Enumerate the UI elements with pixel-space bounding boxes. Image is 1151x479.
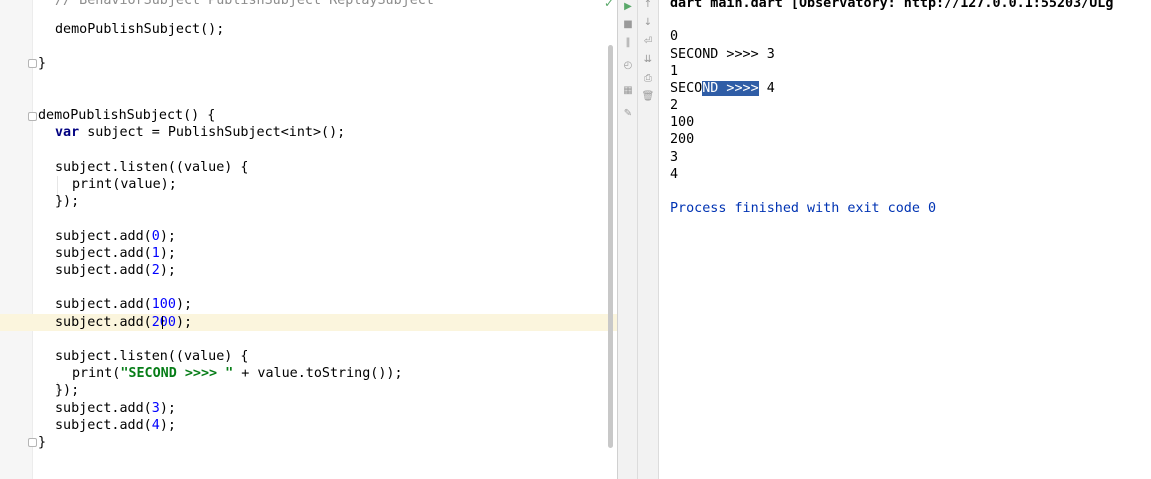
print-call: print( (72, 366, 121, 381)
text-caret (162, 316, 163, 329)
output-line: SECOND >>>> 3 (670, 47, 775, 62)
output-text: 4 (758, 81, 775, 96)
code-line-add: subject.add(1); (55, 245, 176, 262)
add-suffix: ); (175, 315, 193, 330)
add-value: 200 (151, 315, 176, 330)
output-line: 100 (670, 115, 695, 130)
output-line: 1 (670, 64, 679, 79)
add-suffix: ); (159, 401, 176, 416)
code-line-add-current: subject.add(200); (55, 314, 192, 331)
stop-icon[interactable]: ■ (618, 18, 638, 32)
trash-icon[interactable]: 🗑 (638, 90, 658, 104)
code-line-listen-close: }); (55, 194, 80, 209)
process-exit-message: Process finished with exit code 0 (670, 201, 937, 216)
scroll-end-icon[interactable]: ⇊ (638, 53, 658, 67)
text-selection: ND >>>> (702, 81, 759, 96)
output-text: SECO (670, 81, 703, 96)
code-line-print-second: print("SECOND >>>> " + value.toString())… (72, 365, 403, 382)
run-left-toolbar: ▶ ■ ‖ ◴ ▦ ✎ (618, 0, 638, 479)
code-line-add: subject.add(4); (55, 417, 176, 434)
soft-wrap-icon[interactable]: ⏎ (638, 35, 658, 49)
fold-marker-icon[interactable] (28, 112, 37, 121)
console-output[interactable]: dart main.dart [Observatory: http://127.… (670, 0, 1150, 479)
output-line: 4 (670, 167, 679, 182)
layout-icon[interactable]: ▦ (618, 84, 638, 98)
add-value: 1 (151, 246, 160, 261)
code-comment: // BehaviorSubject PublishSubject Replay… (55, 0, 434, 8)
add-suffix: ); (159, 229, 176, 244)
console-toolbar: ↑ ↓ ⏎ ⇊ ⎙ 🗑 (638, 0, 659, 479)
code-line-print: print(value); (72, 177, 177, 192)
add-call: subject.add( (55, 246, 152, 261)
editor-scrollbar[interactable] (608, 45, 613, 448)
add-call: subject.add( (55, 297, 152, 312)
output-line: 2 (670, 98, 679, 113)
add-value: 3 (151, 401, 160, 416)
output-line-selected: SECOND >>>> 4 (670, 80, 775, 97)
code-line-func-decl: demoPublishSubject() { (38, 108, 216, 123)
run-icon[interactable]: ▶ (618, 0, 638, 14)
code-line-listen-close: }); (55, 383, 80, 398)
check-icon: ✓ (604, 0, 615, 10)
add-value: 0 (151, 229, 160, 244)
add-call: subject.add( (55, 418, 152, 433)
code-line-listen: subject.listen((value) { (55, 160, 249, 175)
string-literal: "SECOND >>>> " (120, 366, 234, 381)
add-suffix: ); (159, 246, 176, 261)
var-decl-rest: subject = PublishSubject<int>(); (79, 125, 346, 140)
code-line-brace: } (38, 56, 47, 71)
code-line-main-call: demoPublishSubject(); (55, 22, 225, 37)
code-line-var-decl: var subject = PublishSubject<int>(); (55, 124, 345, 141)
code-line-add: subject.add(100); (55, 296, 192, 313)
keyword-var: var (55, 125, 80, 140)
code-line-listen-second: subject.listen((value) { (55, 349, 249, 364)
code-line-brace: } (38, 435, 47, 450)
code-editor[interactable]: // BehaviorSubject PublishSubject Replay… (0, 0, 617, 479)
run-command-line: dart main.dart [Observatory: http://127.… (670, 0, 1114, 11)
pause-icon[interactable]: ‖ (618, 36, 638, 50)
add-value: 2 (151, 263, 160, 278)
print-rest: + value.toString()); (233, 366, 403, 381)
down-icon[interactable]: ↓ (638, 16, 658, 30)
editor-gutter (0, 0, 33, 479)
add-suffix: ); (175, 297, 193, 312)
add-suffix: ); (159, 263, 176, 278)
print-icon[interactable]: ⎙ (638, 72, 658, 86)
dump-threads-icon[interactable]: ◴ (618, 59, 638, 73)
run-tool-window: ▶ ■ ‖ ◴ ▦ ✎ ↑ ↓ ⏎ ⇊ ⎙ 🗑 dart main.dart [… (617, 0, 1151, 479)
add-call: subject.add( (55, 229, 152, 244)
fold-marker-icon[interactable] (28, 438, 37, 447)
output-line: 0 (670, 29, 679, 44)
code-line-add: subject.add(2); (55, 262, 176, 279)
fold-marker-icon[interactable] (28, 59, 37, 68)
add-value: 100 (151, 297, 176, 312)
output-line: 200 (670, 132, 695, 147)
add-value: 4 (151, 418, 160, 433)
up-icon[interactable]: ↑ (638, 0, 658, 12)
pin-icon[interactable]: ✎ (618, 107, 638, 121)
add-call: subject.add( (55, 401, 152, 416)
add-call: subject.add( (55, 263, 152, 278)
code-line-add: subject.add(3); (55, 400, 176, 417)
add-call: subject.add( (55, 315, 152, 330)
add-suffix: ); (159, 418, 176, 433)
output-line: 3 (670, 150, 679, 165)
code-line-add: subject.add(0); (55, 228, 176, 245)
